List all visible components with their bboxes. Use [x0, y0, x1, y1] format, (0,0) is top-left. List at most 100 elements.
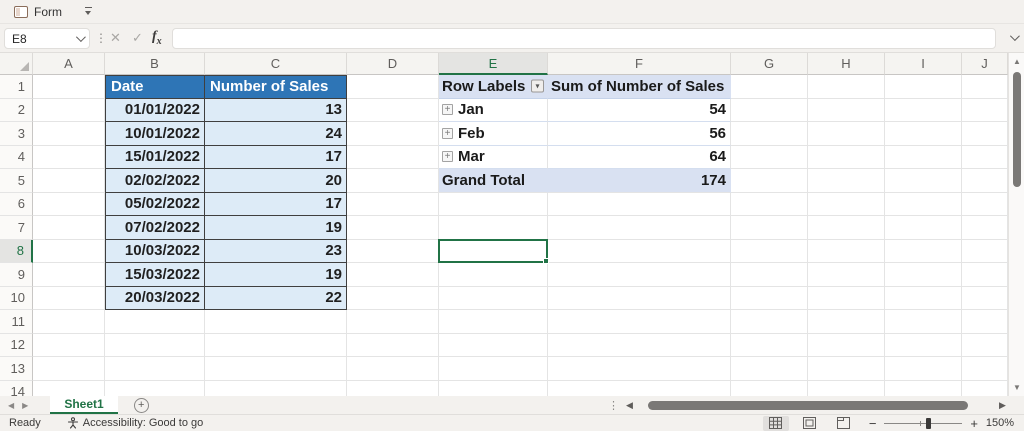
expand-group-icon[interactable]: + [442, 104, 453, 116]
cell-I6[interactable] [885, 192, 962, 216]
page-layout-view-button[interactable] [797, 416, 823, 431]
tab-scroll-right-icon[interactable]: ▶ [22, 401, 36, 410]
cell-H4[interactable] [808, 145, 885, 169]
cell-I1[interactable] [885, 75, 962, 99]
cell-D2[interactable] [347, 98, 439, 122]
horizontal-scrollbar-thumb[interactable] [648, 401, 968, 410]
cell-E9[interactable] [439, 263, 548, 287]
cell-C6[interactable]: 17 [205, 192, 347, 216]
cell-C9[interactable]: 19 [205, 263, 347, 287]
cell-C1[interactable]: Number of Sales [205, 75, 347, 99]
cell-C2[interactable]: 13 [205, 98, 347, 122]
tab-sheet1[interactable]: Sheet1 [50, 396, 118, 414]
insert-function-icon[interactable]: fx [152, 29, 162, 47]
cell-G10[interactable] [731, 286, 808, 310]
cell-B14[interactable] [105, 380, 205, 396]
cell-H6[interactable] [808, 192, 885, 216]
cell-E7[interactable] [439, 216, 548, 240]
enter-icon[interactable]: ✓ [132, 30, 143, 46]
name-box[interactable]: E8 [4, 28, 90, 49]
cell-I7[interactable] [885, 216, 962, 240]
horizontal-scrollbar[interactable] [641, 401, 993, 410]
zoom-out-button[interactable]: − [869, 416, 877, 431]
cell-D13[interactable] [347, 357, 439, 381]
cell-A8[interactable] [33, 239, 105, 263]
row-header-14[interactable]: 14 [0, 380, 33, 396]
cell-D5[interactable] [347, 169, 439, 193]
cell-F5[interactable]: 174 [548, 169, 731, 193]
cell-D3[interactable] [347, 122, 439, 146]
row-header-3[interactable]: 3 [0, 122, 33, 146]
cell-J14[interactable] [962, 380, 1008, 396]
cell-I2[interactable] [885, 98, 962, 122]
cell-E5[interactable]: Grand Total [439, 169, 548, 193]
vertical-scrollbar-thumb[interactable] [1013, 72, 1021, 187]
chevron-down-icon[interactable] [75, 32, 86, 43]
cell-B1[interactable]: Date [105, 75, 205, 99]
cell-F8[interactable] [548, 239, 731, 263]
cell-D6[interactable] [347, 192, 439, 216]
cell-C3[interactable]: 24 [205, 122, 347, 146]
cell-G4[interactable] [731, 145, 808, 169]
cell-A10[interactable] [33, 286, 105, 310]
cell-C4[interactable]: 17 [205, 145, 347, 169]
cell-B10[interactable]: 20/03/2022 [105, 286, 205, 310]
cell-G2[interactable] [731, 98, 808, 122]
cell-F9[interactable] [548, 263, 731, 287]
cell-A4[interactable] [33, 145, 105, 169]
cell-H5[interactable] [808, 169, 885, 193]
cell-J2[interactable] [962, 98, 1008, 122]
cell-I12[interactable] [885, 333, 962, 357]
cell-D11[interactable] [347, 310, 439, 334]
accessibility-status[interactable]: Accessibility: Good to go [67, 417, 203, 429]
cell-H2[interactable] [808, 98, 885, 122]
cell-J13[interactable] [962, 357, 1008, 381]
cell-E14[interactable] [439, 380, 548, 396]
cell-B12[interactable] [105, 333, 205, 357]
cell-G3[interactable] [731, 122, 808, 146]
cell-I10[interactable] [885, 286, 962, 310]
cell-J9[interactable] [962, 263, 1008, 287]
cell-G13[interactable] [731, 357, 808, 381]
col-header-A[interactable]: A [33, 53, 105, 75]
row-header-11[interactable]: 11 [0, 310, 33, 334]
cell-D14[interactable] [347, 380, 439, 396]
cell-J10[interactable] [962, 286, 1008, 310]
normal-view-button[interactable] [762, 415, 789, 431]
cell-D10[interactable] [347, 286, 439, 310]
filter-dropdown-icon[interactable]: ▾ [531, 79, 544, 93]
scroll-left-icon[interactable]: ◀ [626, 400, 633, 411]
scroll-right-icon[interactable]: ▶ [999, 400, 1006, 411]
cell-C14[interactable] [205, 380, 347, 396]
cell-E8[interactable] [439, 239, 548, 263]
cell-B8[interactable]: 10/03/2022 [105, 239, 205, 263]
cell-G12[interactable] [731, 333, 808, 357]
fill-handle[interactable] [543, 258, 549, 264]
row-header-5[interactable]: 5 [0, 169, 33, 193]
row-header-8[interactable]: 8 [0, 239, 33, 263]
row-header-1[interactable]: 1 [0, 75, 33, 99]
row-header-2[interactable]: 2 [0, 98, 33, 122]
cell-G14[interactable] [731, 380, 808, 396]
cell-J4[interactable] [962, 145, 1008, 169]
cell-C10[interactable]: 22 [205, 286, 347, 310]
vertical-scrollbar[interactable]: ▲ ▼ [1008, 53, 1024, 396]
cell-H9[interactable] [808, 263, 885, 287]
cancel-icon[interactable]: ✕ [110, 30, 121, 46]
scrollbar-split-handle-icon[interactable]: ⋮ [608, 399, 619, 412]
cell-E3[interactable]: + Feb [439, 122, 548, 146]
col-header-J[interactable]: J [962, 53, 1008, 75]
cell-B5[interactable]: 02/02/2022 [105, 169, 205, 193]
expand-formula-bar-icon[interactable] [1009, 31, 1020, 42]
cell-E10[interactable] [439, 286, 548, 310]
row-header-7[interactable]: 7 [0, 216, 33, 240]
cell-C5[interactable]: 20 [205, 169, 347, 193]
cell-H1[interactable] [808, 75, 885, 99]
cell-I4[interactable] [885, 145, 962, 169]
cell-G1[interactable] [731, 75, 808, 99]
row-header-12[interactable]: 12 [0, 333, 33, 357]
cell-G9[interactable] [731, 263, 808, 287]
col-header-G[interactable]: G [731, 53, 808, 75]
cell-G11[interactable] [731, 310, 808, 334]
col-header-F[interactable]: F [548, 53, 731, 75]
